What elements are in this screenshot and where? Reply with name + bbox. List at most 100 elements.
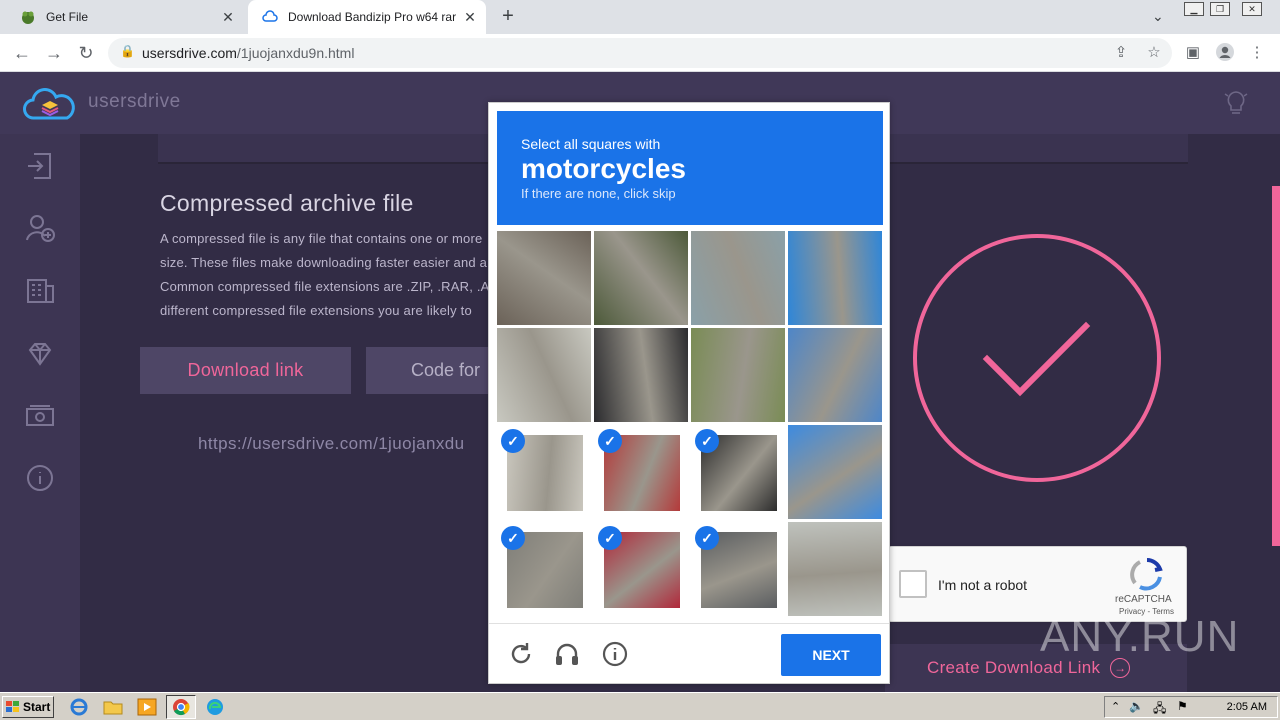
frog-icon: [20, 9, 36, 25]
recaptcha-brand: reCAPTCHA: [1115, 594, 1172, 605]
challenge-image-grid: ✓ ✓ ✓ ✓ ✓ ✓: [497, 231, 883, 617]
selected-check-icon: ✓: [598, 526, 622, 550]
captcha-tile[interactable]: [497, 328, 591, 422]
forward-icon[interactable]: →: [42, 41, 66, 65]
cloud-icon: [262, 9, 278, 25]
tab-title: Download Bandizip Pro w64 rar: [288, 10, 457, 24]
add-user-icon[interactable]: [24, 212, 56, 244]
menu-icon[interactable]: ⋮: [1246, 42, 1268, 64]
captcha-tile[interactable]: ✓: [594, 425, 688, 519]
not-robot-checkbox[interactable]: [899, 570, 927, 598]
volume-icon[interactable]: 🔈: [1129, 699, 1144, 713]
info-icon[interactable]: [24, 462, 56, 494]
not-robot-label: I'm not a robot: [938, 577, 1028, 593]
reload-icon[interactable]: ↻: [74, 41, 98, 65]
close-tab-icon[interactable]: ✕: [220, 9, 236, 25]
next-button[interactable]: NEXT: [781, 634, 881, 676]
code-for-button[interactable]: Code for: [366, 347, 496, 394]
captcha-tile[interactable]: [788, 522, 882, 616]
start-button[interactable]: Start: [2, 696, 54, 718]
browser-tab-bar: Get File ✕ Download Bandizip Pro w64 rar…: [0, 0, 1280, 34]
content-paragraph: A compressed file is any file that conta…: [160, 227, 490, 323]
captcha-tile[interactable]: ✓: [594, 522, 688, 616]
folder-icon[interactable]: [102, 697, 124, 717]
captcha-tile[interactable]: [497, 231, 591, 325]
reload-challenge-icon[interactable]: [507, 640, 535, 668]
captcha-tile-image: [594, 231, 688, 325]
scrollbar[interactable]: [1272, 186, 1280, 546]
captcha-tile[interactable]: [594, 328, 688, 422]
recaptcha-challenge: Select all squares with motorcycles If t…: [488, 102, 890, 684]
captcha-tile[interactable]: ✓: [497, 522, 591, 616]
captcha-tile[interactable]: [594, 231, 688, 325]
action-center-flag-icon[interactable]: ⚑: [1177, 699, 1188, 713]
selected-check-icon: ✓: [598, 429, 622, 453]
captcha-tile-image: [497, 231, 591, 325]
selected-check-icon: ✓: [501, 526, 525, 550]
close-tab-icon[interactable]: ✕: [462, 9, 478, 25]
ie-icon[interactable]: [68, 697, 90, 717]
media-player-icon[interactable]: [136, 697, 158, 717]
money-icon[interactable]: [24, 400, 56, 432]
info-challenge-icon[interactable]: [601, 640, 629, 668]
chevron-down-icon[interactable]: ⌄: [1152, 8, 1164, 25]
challenge-instruction: Select all squares with: [521, 136, 661, 152]
diamond-icon[interactable]: [24, 338, 56, 370]
audio-challenge-icon[interactable]: [553, 640, 581, 668]
star-icon[interactable]: ☆: [1143, 42, 1165, 64]
tab-get-file[interactable]: Get File ✕: [6, 0, 244, 34]
logo-cloud-icon[interactable]: [22, 84, 78, 124]
address-url: usersdrive.com/1juojanxdu9n.html: [142, 45, 355, 61]
tab-title: Get File: [46, 10, 89, 24]
captcha-tile-image: [788, 425, 882, 519]
edge-icon[interactable]: [204, 697, 226, 717]
login-icon[interactable]: [24, 150, 56, 182]
lightbulb-icon[interactable]: [1222, 88, 1250, 118]
captcha-tile[interactable]: [788, 425, 882, 519]
windows-taskbar: Start ⌃ 🔈 🖧 ⚑ 2:05 AM: [0, 692, 1280, 720]
challenge-target: motorcycles: [521, 153, 686, 184]
new-tab-icon[interactable]: +: [496, 6, 520, 28]
close-window-icon[interactable]: ✕: [1242, 2, 1262, 16]
paragraph-line: different compressed file extensions you…: [160, 303, 472, 318]
challenge-header: Select all squares with motorcycles If t…: [497, 111, 883, 225]
chrome-taskbar-button[interactable]: [166, 695, 196, 719]
captcha-tile-image: [594, 328, 688, 422]
recaptcha-logo-icon: [1130, 558, 1163, 591]
captcha-tile[interactable]: [788, 328, 882, 422]
paragraph-line: size. These files make downloading faste…: [160, 255, 490, 270]
checkmark-circle-icon: [913, 234, 1161, 482]
share-icon[interactable]: ⇪: [1110, 42, 1132, 64]
lock-icon: 🔒: [120, 44, 135, 58]
captcha-tile[interactable]: ✓: [691, 425, 785, 519]
tray-expand-icon[interactable]: ⌃: [1111, 700, 1120, 713]
selected-check-icon: ✓: [695, 526, 719, 550]
captcha-tile[interactable]: ✓: [691, 522, 785, 616]
profile-icon[interactable]: [1214, 42, 1236, 64]
content-title: Compressed archive file: [160, 190, 414, 216]
chrome-icon: [173, 699, 190, 716]
captcha-tile[interactable]: [691, 231, 785, 325]
side-panel-icon[interactable]: ▣: [1182, 42, 1204, 64]
captcha-tile-image: [691, 231, 785, 325]
system-tray: ⌃ 🔈 🖧 ⚑ 2:05 AM: [1104, 696, 1278, 718]
tab-download-bandizip[interactable]: Download Bandizip Pro w64 rar ✕: [248, 0, 486, 34]
recaptcha-anchor: I'm not a robot reCAPTCHA Privacy - Term…: [888, 546, 1187, 622]
windows-flag-icon: [6, 701, 19, 712]
back-icon[interactable]: ←: [10, 41, 34, 65]
download-url-text[interactable]: https://usersdrive.com/1juojanxdu: [198, 434, 498, 454]
selected-check-icon: ✓: [695, 429, 719, 453]
challenge-hint: If there are none, click skip: [521, 186, 676, 201]
address-bar[interactable]: 🔒 usersdrive.com/1juojanxdu9n.html: [108, 38, 1172, 68]
building-icon[interactable]: [24, 274, 56, 306]
brand-name[interactable]: usersdrive: [88, 91, 181, 113]
captcha-tile-image: [691, 328, 785, 422]
captcha-tile-image: [788, 328, 882, 422]
network-icon[interactable]: 🖧: [1153, 699, 1166, 720]
download-link-button[interactable]: Download link: [140, 347, 351, 394]
minimize-icon[interactable]: ▁: [1184, 2, 1204, 16]
captcha-tile[interactable]: ✓: [497, 425, 591, 519]
captcha-tile[interactable]: [788, 231, 882, 325]
restore-icon[interactable]: ❐: [1210, 2, 1230, 16]
captcha-tile[interactable]: [691, 328, 785, 422]
